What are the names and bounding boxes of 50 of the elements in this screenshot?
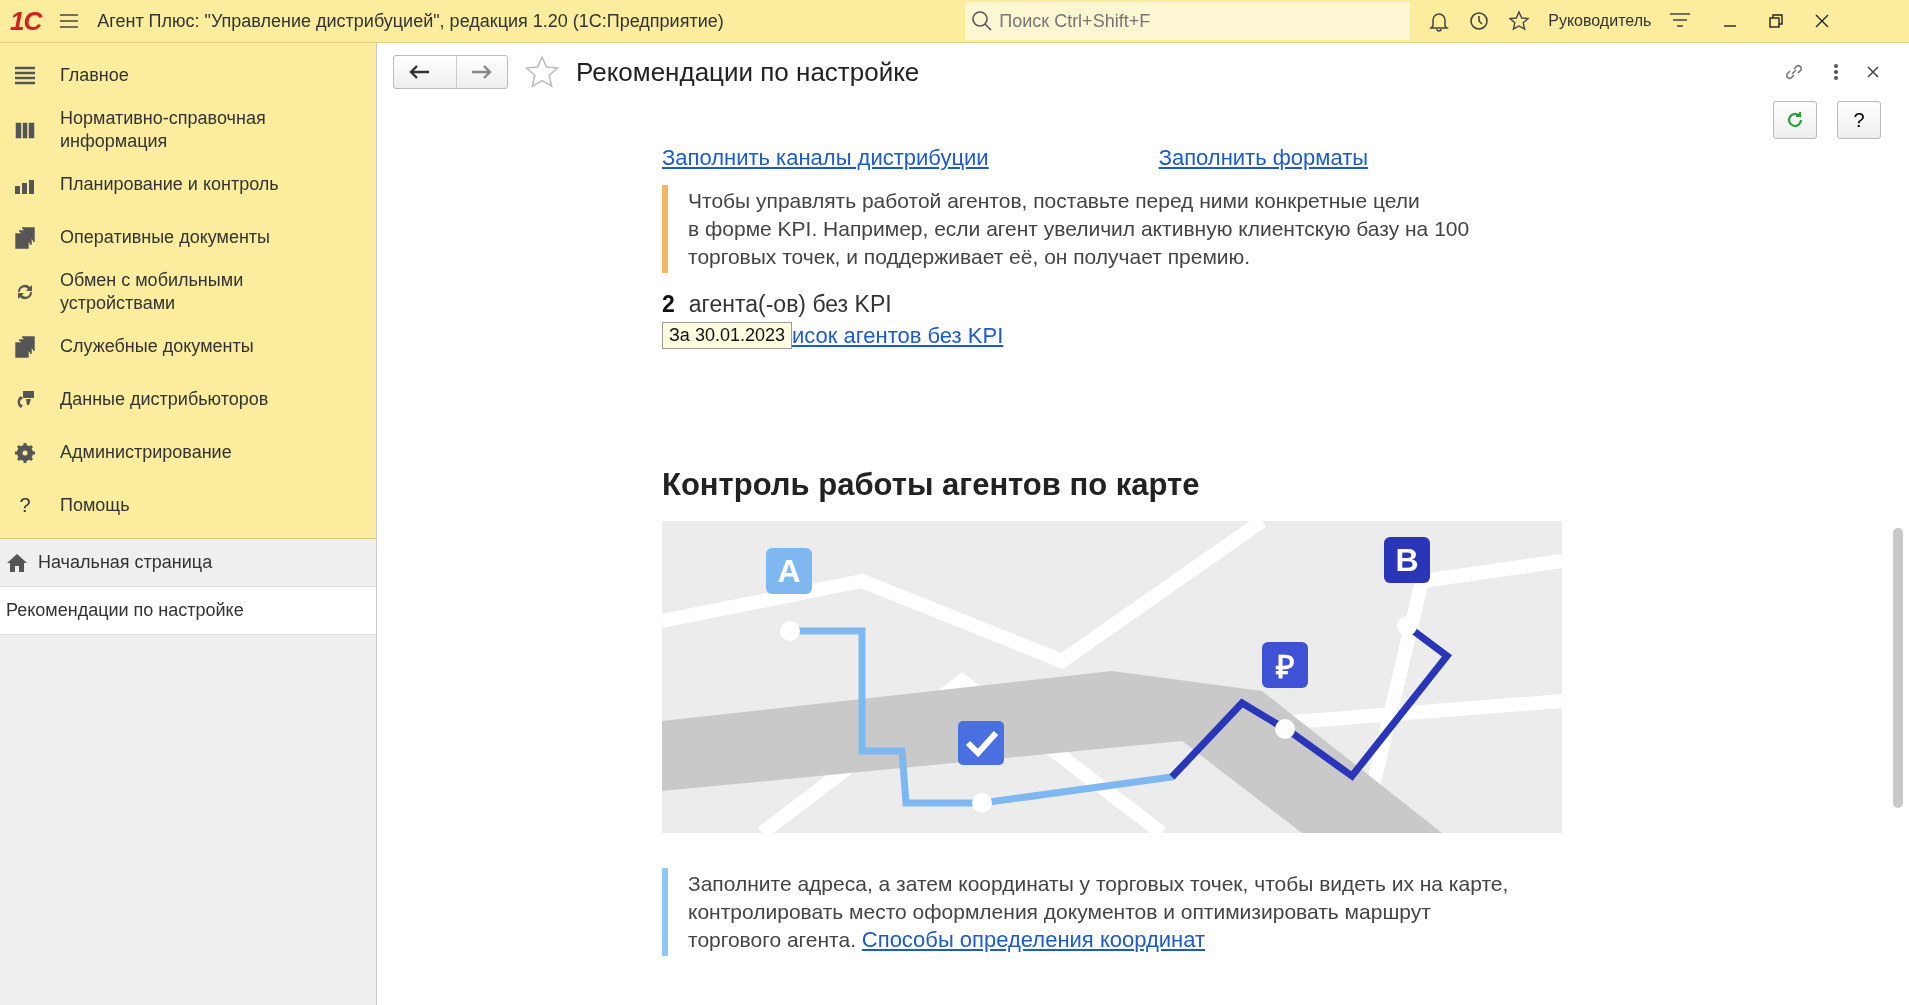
- sidebar-item[interactable]: Оперативные документы: [0, 211, 376, 264]
- menu-icon[interactable]: [59, 13, 80, 29]
- section-icon: [14, 335, 36, 358]
- sidebar-item[interactable]: Служебные документы: [0, 320, 376, 373]
- help-button[interactable]: ?: [1837, 101, 1881, 139]
- map-pin: B: [1384, 537, 1430, 583]
- app-logo: 1С: [10, 5, 42, 37]
- sidebar-item[interactable]: Обмен с мобильными устройствами: [0, 264, 376, 320]
- sidebar-item[interactable]: ? Помощь: [0, 479, 376, 532]
- section-icon: [14, 226, 36, 249]
- tooltip: За 30.01.2023: [662, 322, 792, 349]
- sidebar-item[interactable]: Планирование и контроль: [0, 158, 376, 211]
- close-icon[interactable]: [1867, 66, 1879, 78]
- favorite-star-icon[interactable]: [524, 55, 560, 89]
- link[interactable]: Способы определения координат: [861, 927, 1206, 952]
- agent-count: 2: [662, 291, 675, 318]
- sidebar-item[interactable]: Администрирование: [0, 426, 376, 479]
- settings-icon[interactable]: [1669, 12, 1692, 30]
- section-icon: [14, 64, 36, 87]
- home-icon: [6, 552, 28, 573]
- help-icon: ?: [14, 494, 36, 517]
- map-pin: A: [766, 548, 812, 594]
- note-text: Заполните адреса, а затем координаты у торговых точек, чтобы видеть их на карте, контролировать место оформления документов и оптимизировать маршрут торгового агента. Способы определения координат: [688, 871, 1510, 954]
- sidebar-item[interactable]: Главное: [0, 49, 376, 102]
- star-icon[interactable]: [1508, 10, 1531, 32]
- history-icon[interactable]: [1468, 10, 1491, 32]
- section-icon: [14, 441, 36, 464]
- link[interactable]: исок агентов без KPI: [792, 322, 1004, 349]
- window-title: Агент Плюс: "Управление дистрибуцией", редакция 1.20 (1С:Предприятие): [97, 10, 725, 32]
- form-title: Рекомендации по настройке: [576, 56, 920, 88]
- close-icon[interactable]: [1815, 14, 1830, 28]
- open-window-tab[interactable]: Рекомендации по настройке: [0, 587, 376, 635]
- more-icon[interactable]: [1833, 63, 1839, 81]
- user-name[interactable]: Руководитель: [1548, 12, 1652, 30]
- sidebar-item[interactable]: Данные дистрибьюторов: [0, 373, 376, 426]
- section-icon: [14, 119, 36, 141]
- search-icon[interactable]: [971, 10, 994, 32]
- note-text: в форме KPI. Например, если агент увеличил активную клиентскую базу на 100 торговых точек, и поддерживает её, он получает премию.: [688, 216, 1471, 270]
- note-text: Чтобы управлять работой агентов, поставьте перед ними конкретные цели: [688, 188, 1421, 214]
- section-title: Контроль работы агентов по карте: [662, 467, 1201, 503]
- link[interactable]: Заполнить каналы дистрибуции: [662, 145, 989, 171]
- map-pin: ₽: [1262, 642, 1308, 688]
- refresh-icon: [1785, 110, 1805, 130]
- search-field[interactable]: Поиск Ctrl+Shift+F: [965, 2, 1411, 40]
- sidebar-item[interactable]: Нормативно-справочная информация: [0, 102, 376, 158]
- bell-icon[interactable]: [1428, 10, 1451, 32]
- refresh-button[interactable]: [1773, 101, 1817, 139]
- link[interactable]: Заполнить форматы: [1158, 145, 1369, 171]
- count-label: агента(-ов) без KPI: [688, 291, 892, 318]
- restore-icon[interactable]: [1769, 14, 1784, 28]
